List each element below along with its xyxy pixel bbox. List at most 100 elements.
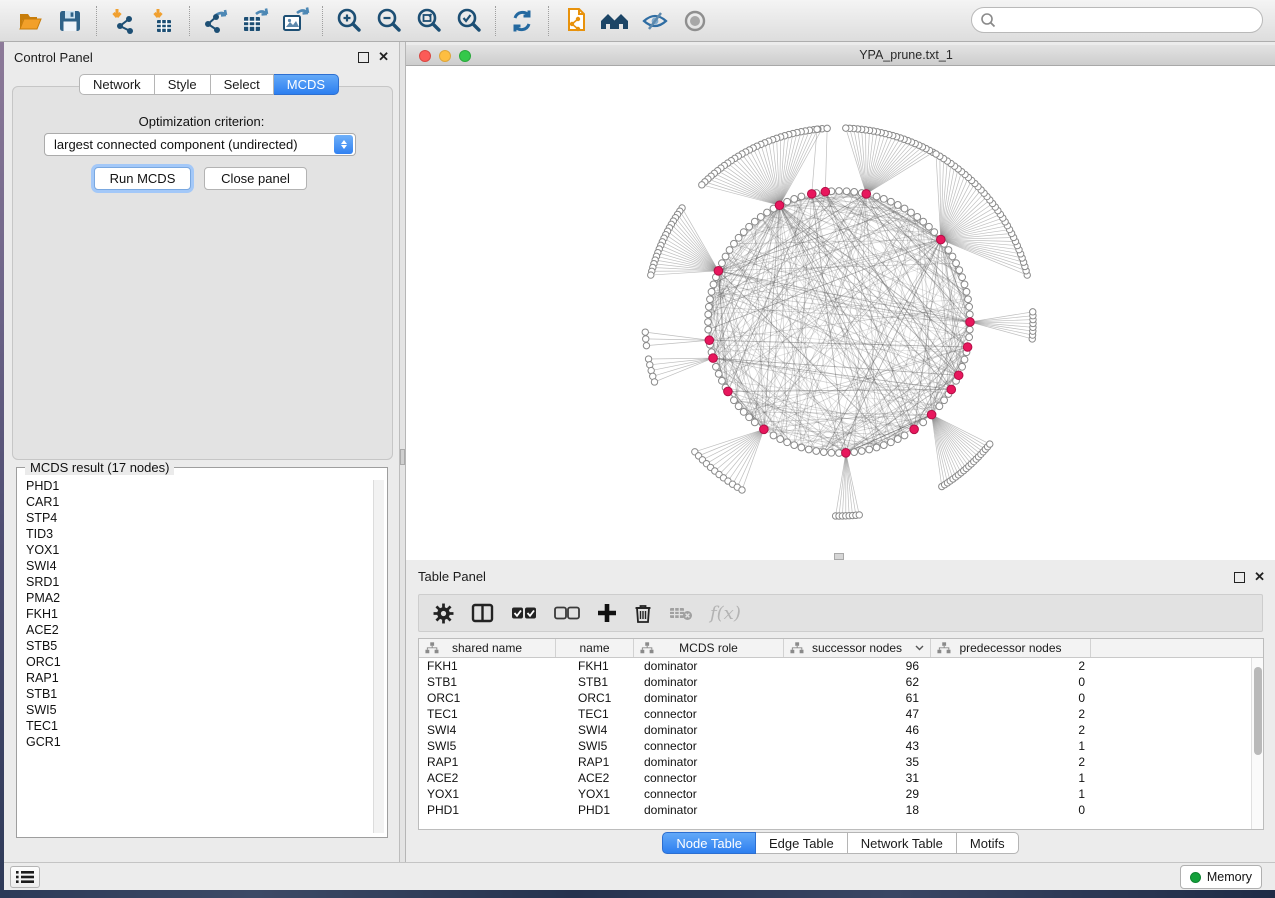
toolbar-separator [495, 6, 496, 36]
toggle-columns-icon[interactable] [471, 598, 494, 628]
table-row[interactable]: ORC1ORC1dominator610 [419, 690, 1251, 706]
close-panel-icon[interactable]: ✕ [1254, 570, 1265, 584]
table-row[interactable]: STB1STB1dominator620 [419, 674, 1251, 690]
mcds-result-item[interactable]: SRD1 [21, 574, 373, 590]
tab-mcds[interactable]: MCDS [274, 74, 339, 95]
table-tab-motifs[interactable]: Motifs [957, 832, 1019, 854]
mcds-result-item[interactable]: TID3 [21, 526, 373, 542]
status-bar: Memory [0, 862, 1275, 890]
close-panel-button[interactable]: Close panel [204, 167, 307, 190]
select-all-rows-icon[interactable] [511, 598, 537, 628]
open-session-icon[interactable] [10, 4, 50, 38]
delete-columns-icon[interactable] [634, 598, 652, 628]
export-network-icon[interactable] [196, 4, 236, 38]
tab-network[interactable]: Network [79, 74, 155, 95]
zoom-fit-icon[interactable] [409, 4, 449, 38]
horizontal-splitter-handle[interactable] [834, 553, 844, 560]
table-row[interactable]: YOX1YOX1connector291 [419, 786, 1251, 802]
float-panel-icon[interactable] [358, 52, 369, 63]
table-scrollbar[interactable] [1251, 658, 1263, 829]
column-header-successor-nodes[interactable]: successor nodes [784, 639, 931, 657]
search-field[interactable] [971, 7, 1263, 33]
table-row[interactable]: ACE2ACE2connector311 [419, 770, 1251, 786]
mcds-result-item[interactable]: ACE2 [21, 622, 373, 638]
table-row[interactable]: FKH1FKH1dominator962 [419, 658, 1251, 674]
mcds-result-item[interactable]: ORC1 [21, 654, 373, 670]
network-window-titlebar[interactable]: YPA_prune.txt_1 [406, 45, 1275, 66]
save-session-icon[interactable] [50, 4, 90, 38]
column-header-filler [1091, 639, 1263, 657]
criterion-selected-value: largest connected component (undirected) [45, 137, 334, 152]
control-panel-titlebar: Control Panel ✕ [4, 48, 399, 68]
delete-table-icon[interactable] [669, 598, 693, 628]
function-builder-icon[interactable]: f(x) [710, 598, 741, 628]
network-view-canvas[interactable] [406, 66, 1275, 560]
column-header-MCDS-role[interactable]: MCDS role [634, 639, 784, 657]
deselect-all-rows-icon[interactable] [554, 598, 580, 628]
zoom-selected-icon[interactable] [449, 4, 489, 38]
criterion-select[interactable]: largest connected component (undirected) [44, 133, 356, 156]
tab-style[interactable]: Style [155, 74, 211, 95]
mcds-result-item[interactable]: CAR1 [21, 494, 373, 510]
table-tab-node-table[interactable]: Node Table [662, 832, 756, 854]
cell-successor_nodes: 18 [784, 802, 931, 818]
export-table-icon[interactable] [236, 4, 276, 38]
close-panel-icon[interactable]: ✕ [378, 50, 389, 64]
zoom-out-icon[interactable] [369, 4, 409, 38]
zoom-in-icon[interactable] [329, 4, 369, 38]
mcds-result-item[interactable]: SWI4 [21, 558, 373, 574]
mcds-result-item[interactable]: RAP1 [21, 670, 373, 686]
settings-gear-icon[interactable] [433, 598, 454, 628]
run-mcds-button[interactable]: Run MCDS [94, 167, 191, 190]
table-row[interactable]: TEC1TEC1connector472 [419, 706, 1251, 722]
refresh-icon[interactable] [502, 4, 542, 38]
control-panel-tabs: NetworkStyleSelectMCDS [79, 74, 339, 95]
splitter-handle[interactable] [400, 449, 405, 465]
mcds-list-scrollbar[interactable] [373, 480, 384, 833]
column-header-name[interactable]: name [556, 639, 634, 657]
float-panel-icon[interactable] [1234, 572, 1245, 583]
mcds-result-item[interactable]: PHD1 [21, 478, 373, 494]
network-graph [406, 66, 1275, 560]
optimization-criterion-label: Optimization criterion: [4, 114, 399, 129]
eye-icon[interactable] [675, 4, 715, 38]
mcds-result-item[interactable]: FKH1 [21, 606, 373, 622]
import-table-icon[interactable] [143, 4, 183, 38]
add-column-icon[interactable] [597, 598, 617, 628]
mcds-result-item[interactable]: STB1 [21, 686, 373, 702]
import-network-icon[interactable] [103, 4, 143, 38]
table-row[interactable]: SWI5SWI5connector431 [419, 738, 1251, 754]
houses-icon[interactable] [595, 4, 635, 38]
search-input[interactable] [971, 7, 1263, 33]
export-image-icon[interactable] [276, 4, 316, 38]
tab-select[interactable]: Select [211, 74, 274, 95]
mcds-result-item[interactable]: PMA2 [21, 590, 373, 606]
cell-mcds_role: connector [634, 738, 784, 754]
memory-button[interactable]: Memory [1180, 865, 1262, 889]
cell-mcds_role: dominator [634, 690, 784, 706]
table-tab-network-table[interactable]: Network Table [848, 832, 957, 854]
share-document-icon[interactable] [555, 4, 595, 38]
memory-label: Memory [1207, 870, 1252, 884]
control-panel-title: Control Panel [14, 50, 93, 65]
mcds-result-item[interactable]: SWI5 [21, 702, 373, 718]
table-scrollbar-thumb[interactable] [1254, 667, 1262, 755]
table-panel: Table Panel ✕ f(x) shared namenameMCD [406, 561, 1275, 862]
column-header-shared-name[interactable]: shared name [419, 639, 556, 657]
table-row[interactable]: PHD1PHD1dominator180 [419, 802, 1251, 818]
mcds-result-item[interactable]: STB5 [21, 638, 373, 654]
task-history-button[interactable] [10, 866, 40, 888]
mcds-result-item[interactable]: STP4 [21, 510, 373, 526]
cell-mcds_role: dominator [634, 722, 784, 738]
eye-slash-icon[interactable] [635, 4, 675, 38]
cell-mcds_role: dominator [634, 658, 784, 674]
mcds-result-item[interactable]: GCR1 [21, 734, 373, 750]
table-header-row: shared namenameMCDS rolesuccessor nodesp… [419, 639, 1263, 658]
table-tab-edge-table[interactable]: Edge Table [756, 832, 848, 854]
column-header-predecessor-nodes[interactable]: predecessor nodes [931, 639, 1091, 657]
toolbar-separator [189, 6, 190, 36]
table-row[interactable]: RAP1RAP1dominator352 [419, 754, 1251, 770]
table-row[interactable]: SWI4SWI4dominator462 [419, 722, 1251, 738]
mcds-result-item[interactable]: YOX1 [21, 542, 373, 558]
mcds-result-item[interactable]: TEC1 [21, 718, 373, 734]
